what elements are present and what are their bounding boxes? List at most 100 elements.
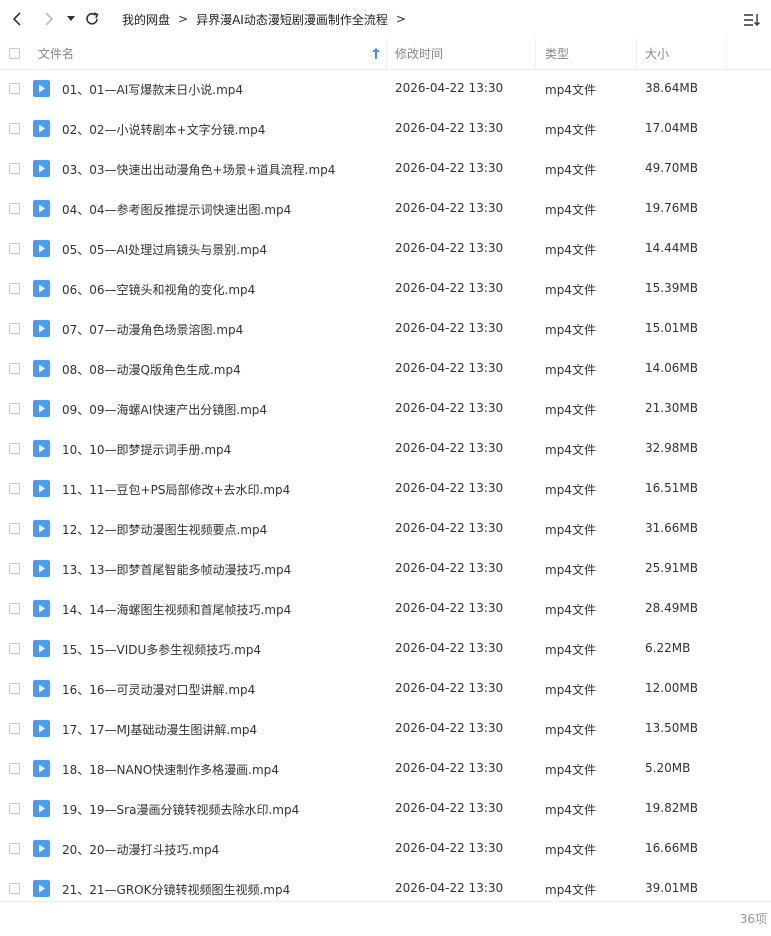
- file-type: mp4文件: [545, 843, 596, 857]
- column-name-header[interactable]: 文件名: [38, 38, 74, 69]
- row-checkbox[interactable]: [9, 83, 20, 94]
- breadcrumb-root[interactable]: 我的网盘: [122, 11, 170, 28]
- file-modified-time: 2026-04-22 13:30: [395, 81, 504, 95]
- refresh-button[interactable]: [82, 9, 102, 29]
- select-all-checkbox[interactable]: [9, 38, 20, 69]
- file-type: mp4文件: [545, 283, 596, 297]
- checkbox[interactable]: [9, 48, 20, 59]
- column-modified-header[interactable]: 修改时间: [395, 38, 443, 69]
- file-row[interactable]: 11、11—豆包+PS局部修改+去水印.mp4 2026-04-22 13:30 m…: [0, 469, 771, 509]
- file-size: 5.20MB: [645, 761, 691, 775]
- column-divider[interactable]: [726, 38, 727, 69]
- row-checkbox[interactable]: [9, 363, 20, 374]
- forward-arrow-icon: [45, 12, 54, 26]
- file-row[interactable]: 16、16—可灵动漫对口型讲解.mp4 2026-04-22 13:30 mp4文件…: [0, 669, 771, 709]
- file-row[interactable]: 12、12—即梦动漫图生视频要点.mp4 2026-04-22 13:30 mp4文…: [0, 509, 771, 549]
- file-name: 11、11—豆包+PS局部修改+去水印.mp4: [62, 483, 291, 497]
- file-row[interactable]: 17、17—MJ基础动漫生图讲解.mp4 2026-04-22 13:30 mp4文…: [0, 709, 771, 749]
- file-row[interactable]: 04、04—参考图反推提示词快速出图.mp4 2026-04-22 13:30 mp…: [0, 189, 771, 229]
- file-row[interactable]: 05、05—AI处理过肩镜头与景别.mp4 2026-04-22 13:30 mp4…: [0, 229, 771, 269]
- row-checkbox[interactable]: [9, 643, 20, 654]
- breadcrumb: 我的网盘 > 异界漫AI动态漫短剧漫画制作全流程 >: [122, 10, 414, 28]
- file-type: mp4文件: [545, 603, 596, 617]
- row-checkbox[interactable]: [9, 403, 20, 414]
- file-size: 25.91MB: [645, 561, 698, 575]
- back-button[interactable]: [8, 9, 28, 29]
- row-checkbox[interactable]: [9, 203, 20, 214]
- file-row[interactable]: 09、09—海螺AI快速产出分镜图.mp4 2026-04-22 13:30 mp4…: [0, 389, 771, 429]
- file-row[interactable]: 01、01—AI写爆款末日小说.mp4 2026-04-22 13:30 mp4文件…: [0, 69, 771, 109]
- file-row[interactable]: 10、10—即梦提示词手册.mp4 2026-04-22 13:30 mp4文件 32…: [0, 429, 771, 469]
- file-size: 17.04MB: [645, 121, 698, 135]
- video-file-icon: [33, 240, 50, 257]
- video-file-icon: [33, 360, 50, 377]
- file-row[interactable]: 13、13—即梦首尾智能多帧动漫技巧.mp4 2026-04-22 13:30 mp…: [0, 549, 771, 589]
- breadcrumb-separator-icon[interactable]: >: [396, 12, 406, 26]
- video-file-icon: [33, 120, 50, 137]
- row-checkbox[interactable]: [9, 603, 20, 614]
- column-divider[interactable]: [636, 38, 637, 69]
- row-checkbox[interactable]: [9, 683, 20, 694]
- file-row[interactable]: 08、08—动漫Q版角色生成.mp4 2026-04-22 13:30 mp4文件 1…: [0, 349, 771, 389]
- file-type: mp4文件: [545, 803, 596, 817]
- file-type: mp4文件: [545, 883, 596, 897]
- file-name: 18、18—NANO快速制作多格漫画.mp4: [62, 763, 279, 777]
- row-checkbox[interactable]: [9, 563, 20, 574]
- file-name: 20、20—动漫打斗技巧.mp4: [62, 843, 220, 857]
- video-file-icon: [33, 280, 50, 297]
- row-checkbox[interactable]: [9, 883, 20, 894]
- row-checkbox[interactable]: [9, 283, 20, 294]
- row-checkbox[interactable]: [9, 163, 20, 174]
- file-row[interactable]: 07、07—动漫角色场景溶图.mp4 2026-04-22 13:30 mp4文件 1…: [0, 309, 771, 349]
- column-type-header[interactable]: 类型: [545, 38, 569, 69]
- column-divider[interactable]: [386, 38, 387, 69]
- file-name: 04、04—参考图反推提示词快速出图.mp4: [62, 203, 292, 217]
- row-checkbox[interactable]: [9, 243, 20, 254]
- row-checkbox[interactable]: [9, 763, 20, 774]
- file-type: mp4文件: [545, 683, 596, 697]
- column-divider[interactable]: [535, 38, 536, 69]
- file-size: 13.50MB: [645, 721, 698, 735]
- sort-list-icon: [744, 14, 760, 26]
- file-type: mp4文件: [545, 203, 596, 217]
- history-dropdown-button[interactable]: [64, 9, 78, 29]
- row-checkbox[interactable]: [9, 443, 20, 454]
- status-bar: 36项: [0, 901, 771, 936]
- back-arrow-icon: [12, 12, 21, 26]
- file-size: 16.66MB: [645, 841, 698, 855]
- file-row[interactable]: 20、20—动漫打斗技巧.mp4 2026-04-22 13:30 mp4文件 16.…: [0, 829, 771, 869]
- row-checkbox[interactable]: [9, 723, 20, 734]
- file-row[interactable]: 19、19—Sra漫画分镜转视频去除水印.mp4 2026-04-22 13:30…: [0, 789, 771, 829]
- file-modified-time: 2026-04-22 13:30: [395, 281, 504, 295]
- file-row[interactable]: 18、18—NANO快速制作多格漫画.mp4 2026-04-22 13:30 mp…: [0, 749, 771, 789]
- file-size: 28.49MB: [645, 601, 698, 615]
- row-checkbox[interactable]: [9, 123, 20, 134]
- file-modified-time: 2026-04-22 13:30: [395, 161, 504, 175]
- file-row[interactable]: 14、14—海螺图生视频和首尾帧技巧.mp4 2026-04-22 13:30 mp…: [0, 589, 771, 629]
- file-name: 19、19—Sra漫画分镜转视频去除水印.mp4: [62, 803, 300, 817]
- file-modified-time: 2026-04-22 13:30: [395, 881, 504, 895]
- row-checkbox[interactable]: [9, 843, 20, 854]
- sort-button[interactable]: [742, 10, 762, 30]
- file-modified-time: 2026-04-22 13:30: [395, 361, 504, 375]
- file-name: 09、09—海螺AI快速产出分镜图.mp4: [62, 403, 268, 417]
- row-checkbox[interactable]: [9, 323, 20, 334]
- row-checkbox[interactable]: [9, 483, 20, 494]
- column-size-header[interactable]: 大小: [645, 38, 669, 69]
- file-row[interactable]: 02、02—小说转剧本+文字分镜.mp4 2026-04-22 13:30 mp4文…: [0, 109, 771, 149]
- file-row[interactable]: 15、15—VIDU多参生视频技巧.mp4 2026-04-22 13:30 mp4…: [0, 629, 771, 669]
- row-checkbox[interactable]: [9, 523, 20, 534]
- file-size: 15.01MB: [645, 321, 698, 335]
- breadcrumb-current[interactable]: 异界漫AI动态漫短剧漫画制作全流程: [196, 11, 388, 28]
- file-row[interactable]: 03、03—快速出出动漫角色+场景+道具流程.mp4 2026-04-22 13:…: [0, 149, 771, 189]
- sort-ascending-icon[interactable]: [372, 38, 380, 69]
- video-file-icon: [33, 800, 50, 817]
- file-name: 21、21—GROK分镜转视频图生视频.mp4: [62, 883, 291, 897]
- forward-button[interactable]: [38, 9, 58, 29]
- file-modified-time: 2026-04-22 13:30: [395, 121, 504, 135]
- file-row[interactable]: 06、06—空镜头和视角的变化.mp4 2026-04-22 13:30 mp4文件…: [0, 269, 771, 309]
- video-file-icon: [33, 760, 50, 777]
- video-file-icon: [33, 400, 50, 417]
- file-modified-time: 2026-04-22 13:30: [395, 321, 504, 335]
- row-checkbox[interactable]: [9, 803, 20, 814]
